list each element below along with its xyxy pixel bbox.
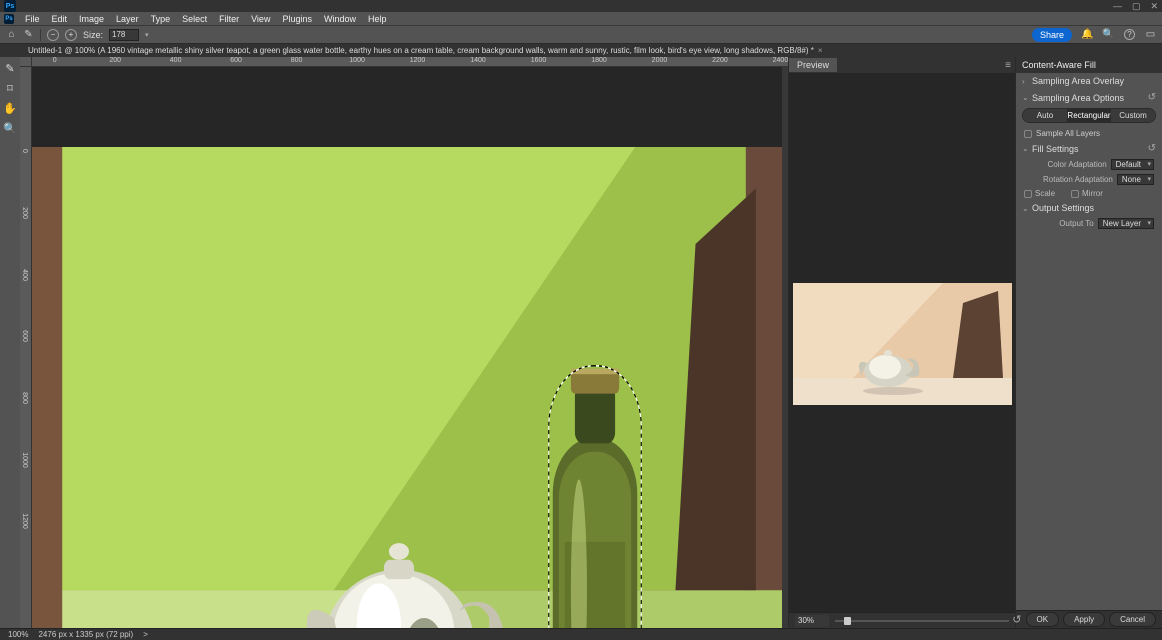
options-bar: ⌂ ✎ − + Size: ▾ Share 🔔 🔍 ? ▭ — [0, 25, 1162, 44]
menu-edit[interactable]: Edit — [48, 14, 72, 24]
cancel-button[interactable]: Cancel — [1109, 612, 1156, 627]
maximize-icon[interactable]: ▢ — [1132, 1, 1141, 12]
notifications-icon[interactable]: 🔔 — [1082, 29, 1093, 40]
canvas-image — [32, 147, 782, 628]
status-dims: 2476 px x 1335 px (72 ppi) — [38, 630, 133, 639]
add-mode-icon[interactable]: + — [65, 29, 77, 41]
close-window-icon[interactable]: ✕ — [1150, 1, 1158, 12]
window-controls: — ▢ ✕ — [1113, 1, 1158, 12]
mirror-checkbox-row[interactable]: Mirror — [1071, 189, 1103, 198]
ps-logo-icon: Ps — [4, 14, 14, 24]
section-sampling-options[interactable]: ⌄ Sampling Area Options ↺ — [1016, 89, 1162, 106]
rotation-adaptation-label: Rotation Adaptation — [1043, 175, 1113, 184]
brush-tool-icon[interactable]: ✎ — [23, 29, 34, 40]
canvas[interactable] — [32, 67, 782, 628]
close-tab-icon[interactable]: × — [818, 46, 823, 55]
reset-all-icon[interactable]: ↺ — [1012, 613, 1021, 626]
zoom-tool-icon[interactable]: 🔍 — [3, 121, 17, 135]
menu-plugins[interactable]: Plugins — [278, 14, 316, 24]
ok-button[interactable]: OK — [1026, 612, 1060, 627]
status-bar: 100% 2476 px x 1335 px (72 ppi) > — [0, 628, 1162, 640]
chevron-down-icon: ⌄ — [1022, 204, 1032, 213]
output-to-label: Output To — [1059, 219, 1094, 228]
menu-view[interactable]: View — [247, 14, 274, 24]
menu-file[interactable]: File — [21, 14, 44, 24]
scale-checkbox-row[interactable]: Scale — [1024, 189, 1055, 198]
preview-zoom-input[interactable] — [795, 615, 829, 627]
preview-image — [793, 283, 1012, 405]
ruler-vertical: 0 200 400 600 800 1000 1200 — [20, 67, 32, 628]
reset-sampling-icon[interactable]: ↺ — [1148, 92, 1156, 103]
preview-zoom-slider[interactable] — [835, 620, 1009, 622]
menu-select[interactable]: Select — [178, 14, 211, 24]
chevron-right-icon: › — [1022, 77, 1032, 86]
mode-auto[interactable]: Auto — [1023, 109, 1067, 122]
lasso-tool-icon[interactable]: ⌑ — [3, 81, 17, 95]
preview-viewport[interactable] — [789, 73, 1015, 612]
minimize-icon[interactable]: — — [1113, 1, 1122, 12]
color-adaptation-label: Color Adaptation — [1047, 160, 1106, 169]
size-dropdown-icon[interactable]: ▾ — [145, 31, 149, 39]
document-tab[interactable]: Untitled-1 @ 100% (A 1960 vintage metall… — [28, 46, 814, 55]
menu-help[interactable]: Help — [364, 14, 391, 24]
document-tab-bar: Untitled-1 @ 100% (A 1960 vintage metall… — [0, 44, 1162, 57]
chevron-down-icon: ⌄ — [1022, 144, 1032, 153]
properties-title: Content-Aware Fill — [1016, 57, 1162, 73]
preview-footer — [789, 612, 1015, 628]
workspace-switcher-icon[interactable]: ▭ — [1145, 29, 1156, 40]
tool-column: ✎ ⌑ ✋ 🔍 — [0, 57, 20, 628]
sample-all-layers-row[interactable]: Sample All Layers — [1016, 127, 1162, 140]
sampling-mode-segment: Auto Rectangular Custom — [1022, 108, 1156, 123]
sampling-brush-tool-icon[interactable]: ✎ — [3, 61, 17, 75]
status-caret-icon[interactable]: > — [143, 630, 148, 639]
sample-all-checkbox[interactable] — [1024, 130, 1032, 138]
panel-menu-icon[interactable]: ≡ — [1005, 60, 1011, 71]
size-label: Size: — [83, 30, 103, 40]
color-adaptation-select[interactable]: Default — [1111, 159, 1154, 170]
menu-layer[interactable]: Layer — [112, 14, 143, 24]
properties-footer: ↺ OK Apply Cancel — [1016, 610, 1162, 628]
reset-fill-icon[interactable]: ↺ — [1148, 143, 1156, 154]
share-button[interactable]: Share — [1032, 28, 1072, 42]
ruler-corner — [20, 57, 32, 67]
section-fill-settings[interactable]: ⌄ Fill Settings ↺ — [1016, 140, 1162, 157]
rotation-adaptation-select[interactable]: None — [1117, 174, 1154, 185]
status-zoom[interactable]: 100% — [8, 630, 28, 639]
ruler-horizontal: 0 200 400 600 800 1000 1200 1400 1600 18… — [32, 57, 788, 67]
preview-tab[interactable]: Preview — [789, 58, 837, 72]
subtract-mode-icon[interactable]: − — [47, 29, 59, 41]
menubar: Ps File Edit Image Layer Type Select Fil… — [0, 12, 1162, 25]
apply-button[interactable]: Apply — [1063, 612, 1105, 627]
help-icon[interactable]: ? — [1124, 29, 1135, 40]
output-to-select[interactable]: New Layer — [1098, 218, 1154, 229]
menu-filter[interactable]: Filter — [215, 14, 243, 24]
hand-tool-icon[interactable]: ✋ — [3, 101, 17, 115]
chevron-down-icon: ⌄ — [1022, 93, 1032, 102]
titlebar: Ps — ▢ ✕ — [0, 0, 1162, 12]
section-output-settings[interactable]: ⌄ Output Settings — [1016, 200, 1162, 216]
mode-custom[interactable]: Custom — [1111, 109, 1155, 122]
menu-type[interactable]: Type — [147, 14, 175, 24]
mode-rectangular[interactable]: Rectangular — [1067, 109, 1111, 122]
ps-app-icon: Ps — [4, 0, 16, 12]
canvas-zone: 0 200 400 600 800 1000 1200 1400 1600 18… — [20, 57, 788, 628]
properties-panel: Content-Aware Fill › Sampling Area Overl… — [1015, 57, 1162, 628]
brush-size-input[interactable] — [109, 29, 139, 41]
home-icon[interactable]: ⌂ — [6, 29, 17, 40]
preview-panel: Preview ≡ — [788, 57, 1015, 628]
search-icon[interactable]: 🔍 — [1103, 29, 1114, 40]
menu-window[interactable]: Window — [320, 14, 360, 24]
menu-image[interactable]: Image — [75, 14, 108, 24]
section-sampling-overlay[interactable]: › Sampling Area Overlay — [1016, 73, 1162, 89]
